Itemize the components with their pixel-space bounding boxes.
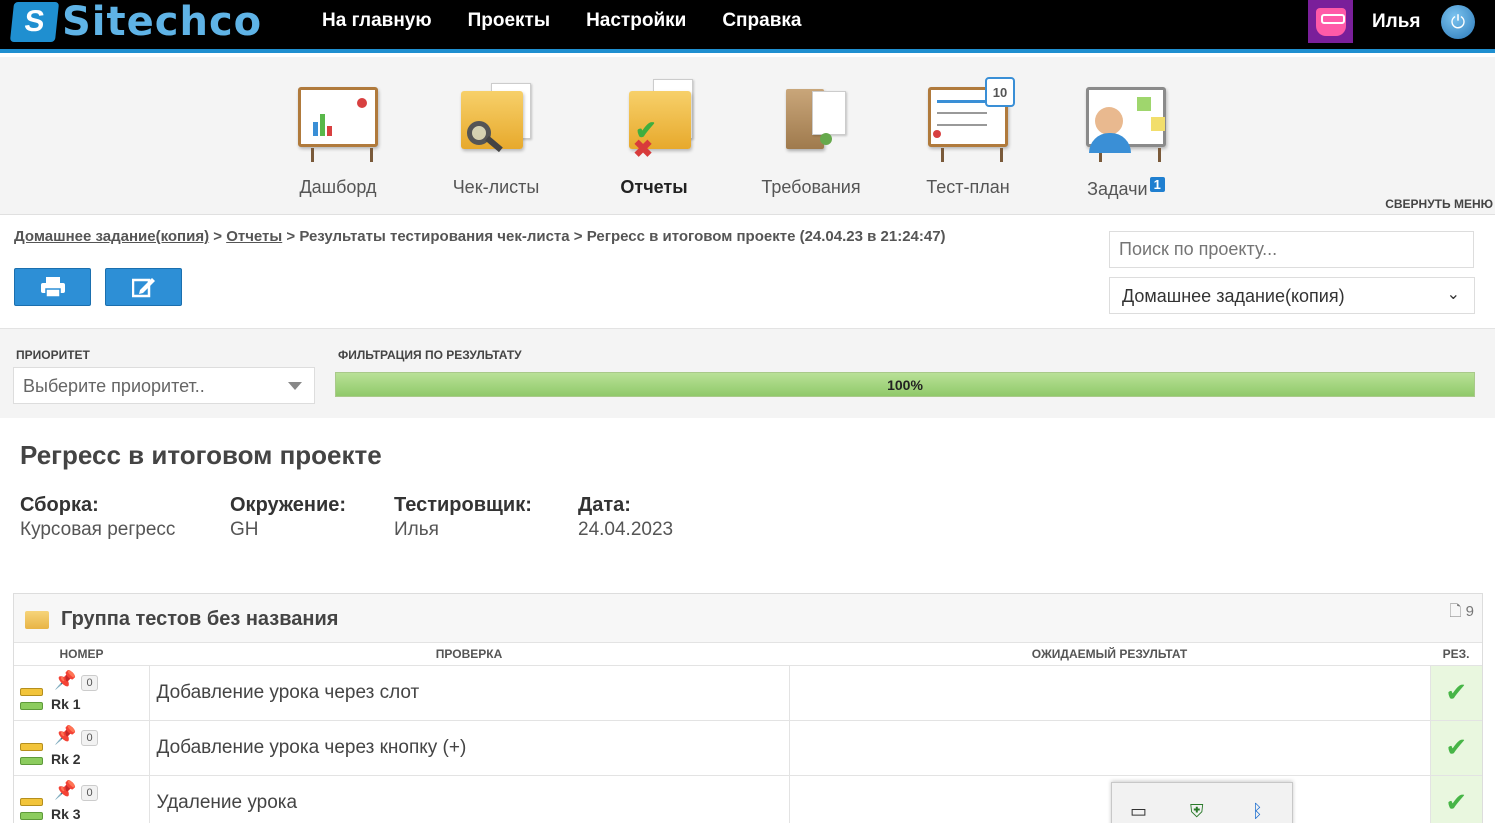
chevron-down-icon: ⌄	[1446, 286, 1460, 303]
table-row[interactable]: 📌 0 Rk 1 Добавление урока через слот ✔	[14, 665, 1482, 721]
dashboard-icon	[293, 77, 383, 162]
dropdown-arrow-icon	[288, 382, 302, 390]
col-result: РЕЗ.	[1430, 643, 1482, 666]
security-shield-icon[interactable]: ⛨	[1190, 801, 1204, 822]
project-select[interactable]: Домашнее задание(копия) ⌄	[1109, 277, 1475, 314]
row-number-cell: 📌 0 Rk 2	[14, 720, 150, 776]
top-bar: S Sitechco На главную Проекты Настройки …	[0, 0, 1495, 53]
comment-count[interactable]: 0	[81, 729, 98, 746]
main-nav: На главную Проекты Настройки Справка	[322, 10, 801, 32]
priority-marker	[20, 701, 43, 710]
nav-projects[interactable]: Проекты	[468, 10, 550, 32]
system-tray-popup: ▭ ⛨ ᛒ	[1111, 782, 1293, 823]
row-check: Удаление урока	[149, 775, 790, 823]
row-result[interactable]: ✔	[1430, 665, 1482, 721]
module-requirements[interactable]: Требования	[741, 77, 881, 198]
test-group-count: 🗋 9	[1449, 603, 1474, 620]
module-bar: Дашборд Чек-листы ✔ ✖ Отчеты Требования	[0, 57, 1495, 215]
testplan-icon: 10	[923, 77, 1015, 162]
pin-icon[interactable]: 📌	[54, 725, 76, 746]
row-expected	[789, 775, 1431, 823]
priority-marker	[20, 742, 43, 751]
pin-icon[interactable]: 📌	[54, 670, 76, 691]
nav-home[interactable]: На главную	[322, 10, 432, 32]
collapse-menu-link[interactable]: СВЕРНУТЬ МЕНЮ	[1385, 197, 1493, 211]
priority-marker	[20, 811, 43, 820]
tasks-icon	[1081, 77, 1171, 162]
module-testplan[interactable]: 10 Тест-план	[898, 77, 1038, 198]
module-checklists[interactable]: Чек-листы	[426, 77, 566, 198]
avatar[interactable]	[1308, 0, 1353, 43]
row-number-cell: 📌 0 Rk 1	[14, 665, 150, 721]
row-check: Добавление урока через слот	[149, 665, 790, 721]
breadcrumb-reports[interactable]: Отчеты	[226, 228, 282, 245]
module-tasks[interactable]: Задачи 1	[1056, 77, 1196, 200]
nav-help[interactable]: Справка	[722, 10, 801, 32]
module-reports[interactable]: ✔ ✖ Отчеты	[584, 77, 724, 198]
reports-icon: ✔ ✖	[609, 77, 699, 163]
row-number: Rk 2	[51, 750, 81, 767]
row-result[interactable]: ✔	[1430, 720, 1482, 776]
battery-icon[interactable]: ▭	[1130, 801, 1147, 822]
logout-button[interactable]: ⏻	[1441, 5, 1475, 39]
document-icon: 🗋	[1449, 603, 1462, 620]
module-dashboard[interactable]: Дашборд	[268, 77, 408, 198]
pin-icon[interactable]: 📌	[54, 780, 76, 801]
col-check: ПРОВЕРКА	[149, 643, 789, 666]
row-number: Rk 1	[51, 695, 81, 712]
checkmark-icon: ✔	[1445, 732, 1468, 762]
tasks-count-badge: 1	[1149, 177, 1165, 192]
power-icon: ⏻	[1450, 11, 1466, 32]
priority-marker	[20, 797, 43, 806]
nav-settings[interactable]: Настройки	[586, 10, 686, 32]
breadcrumb-current: Регресс в итоговом проекте (24.04.23 в 2…	[586, 228, 946, 245]
meta-build: Сборка: Курсовая регресс	[20, 494, 176, 540]
priority-marker	[20, 756, 43, 765]
checkmark-icon: ✔	[1445, 677, 1468, 707]
breadcrumb: Домашнее задание(копия) > Отчеты > Резул…	[14, 228, 946, 245]
logo-text: Sitechco	[62, 0, 263, 45]
calendar-icon: 10	[985, 77, 1015, 107]
requirements-icon	[766, 77, 856, 159]
row-expected	[789, 720, 1431, 776]
print-button[interactable]	[14, 268, 91, 306]
col-number: НОМЕР	[14, 643, 149, 666]
progress-text: 100%	[887, 377, 923, 393]
row-number-cell: 📌 0 Rk 3	[14, 775, 150, 823]
checklists-icon	[451, 77, 541, 159]
result-filter-label: ФИЛЬТРАЦИЯ ПО РЕЗУЛЬТАТУ	[338, 348, 522, 362]
table-row[interactable]: 📌 0 Rk 2 Добавление урока через кнопку (…	[14, 720, 1482, 776]
meta-tester: Тестировщик: Илья	[394, 494, 532, 540]
row-number: Rk 3	[51, 805, 81, 822]
col-expected: ОЖИДАЕМЫЙ РЕЗУЛЬТАТ	[789, 643, 1430, 666]
test-group-title: Группа тестов без названия	[61, 608, 339, 630]
priority-select[interactable]: Выберите приоритет..	[13, 367, 315, 404]
row-expected	[789, 665, 1431, 721]
meta-date: Дата: 24.04.2023	[578, 494, 674, 540]
comment-count[interactable]: 0	[81, 784, 98, 801]
result-progress-bar[interactable]: 100%	[335, 372, 1475, 397]
filter-panel: ПРИОРИТЕТ Выберите приоритет.. ФИЛЬТРАЦИ…	[0, 328, 1495, 418]
bluetooth-icon[interactable]: ᛒ	[1252, 801, 1263, 822]
breadcrumb-results: Результаты тестирования чек-листа	[299, 228, 570, 245]
logo-mark-icon: S	[9, 2, 60, 42]
logo[interactable]: S Sitechco	[9, 0, 263, 45]
report-title: Регресс в итоговом проекте	[20, 440, 382, 470]
avatar-face-icon	[1315, 7, 1346, 36]
edit-button[interactable]	[105, 268, 182, 306]
priority-marker	[20, 687, 43, 696]
edit-icon	[131, 278, 155, 298]
priority-label: ПРИОРИТЕТ	[16, 348, 90, 362]
folder-icon	[25, 611, 49, 629]
test-group-header[interactable]: Группа тестов без названия 🗋 9	[14, 594, 1482, 643]
checkmark-icon: ✔	[1445, 787, 1468, 817]
user-name[interactable]: Илья	[1372, 11, 1421, 33]
comment-count[interactable]: 0	[81, 674, 98, 691]
row-check: Добавление урока через кнопку (+)	[149, 720, 790, 776]
meta-environment: Окружение: GH	[230, 494, 347, 540]
printer-icon	[40, 277, 65, 298]
row-result[interactable]: ✔	[1430, 775, 1482, 823]
breadcrumb-project[interactable]: Домашнее задание(копия)	[14, 228, 209, 245]
project-search-input[interactable]	[1109, 231, 1474, 268]
